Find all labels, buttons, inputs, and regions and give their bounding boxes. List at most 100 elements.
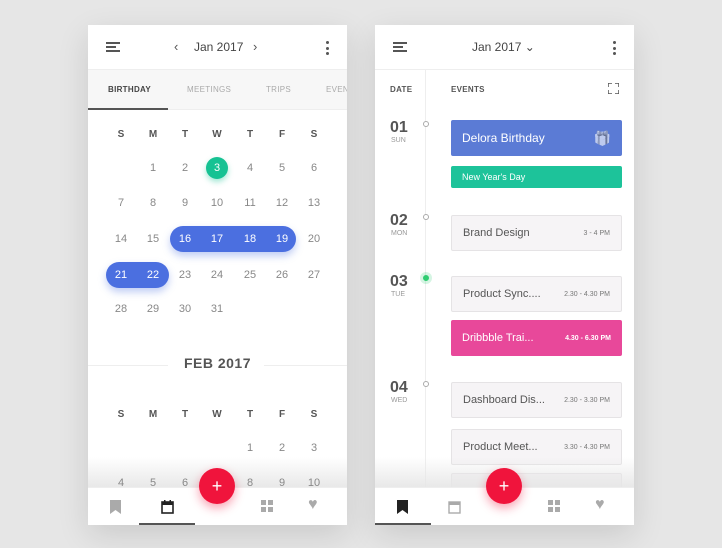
day-cell[interactable]: 12 [269,192,295,214]
bookmark-icon[interactable] [397,500,408,514]
active-nav-indicator [139,523,195,525]
grid-icon[interactable] [261,500,273,512]
day-cell[interactable]: 16 [172,228,198,250]
tab-meetings[interactable]: MEETINGS [187,85,231,94]
day-cell[interactable]: 26 [269,264,295,286]
event-card[interactable]: Delora Birthday 🎁 [451,120,622,156]
event-card[interactable]: Dashboard Dis... 2.30 - 3.30 PM [451,382,622,418]
day-cell[interactable]: 3 [204,157,230,179]
day-cell[interactable]: 4 [108,472,134,494]
tab-birthday[interactable]: BIRTHDAY [108,85,151,94]
day-name: WED [391,397,408,404]
heart-icon[interactable]: ♥ [308,496,318,514]
events-screen: Jan 2017 ⌄ DATE EVENTS 01 SUN 02 MON 03 TUE 04… [375,25,634,525]
day-cell[interactable]: 10 [204,192,230,214]
day-cell[interactable]: 17 [204,228,230,250]
event-card[interactable]: Product Sync.... 2.30 - 4.30 PM [451,276,622,312]
day-cell[interactable]: 6 [172,472,198,494]
event-title: Brand Design [463,227,530,239]
day-cell[interactable]: 9 [172,192,198,214]
feb-title: FEB 2017 [183,355,252,371]
event-title: Dribbble Trai... [462,332,534,344]
day-cell[interactable]: 31 [204,298,230,320]
grid-icon[interactable] [548,500,560,512]
day-cell[interactable]: 8 [237,472,263,494]
day-cell[interactable]: 1 [140,157,166,179]
day-cell[interactable]: 9 [269,472,295,494]
event-title: Dashboard Dis... [463,394,545,406]
header: ‹ Jan 2017 › [88,25,347,70]
day-cell[interactable]: 19 [269,228,295,250]
day-cell[interactable]: 30 [172,298,198,320]
date-column-header: DATE [390,85,413,94]
bookmark-icon[interactable] [110,500,121,514]
expand-icon[interactable] [608,83,619,94]
day-cell[interactable]: 27 [301,264,327,286]
weekday-label: T [181,129,189,140]
tab-trips[interactable]: TRIPS [266,85,291,94]
event-card[interactable]: Dribbble Trai... 4.30 - 6.30 PM [451,320,622,356]
day-cell[interactable]: 20 [301,228,327,250]
events-column-header: EVENTS [451,85,485,94]
menu-icon[interactable] [393,42,407,53]
day-cell[interactable]: 21 [108,264,134,286]
day-cell[interactable]: 1 [237,437,263,459]
day-name: MON [391,230,408,237]
event-time: 2.30 - 4.30 PM [564,290,610,298]
day-cell[interactable]: 5 [140,472,166,494]
weekday-label: M [148,409,158,420]
day-cell[interactable]: 25 [237,264,263,286]
menu-icon[interactable] [106,42,120,53]
timeline-dot [423,381,429,387]
day-cell[interactable]: 5 [269,157,295,179]
weekday-label: W [212,409,222,420]
active-tab-indicator [88,108,168,110]
day-cell[interactable]: 11 [237,192,263,214]
day-cell[interactable]: 4 [237,157,263,179]
month-dropdown[interactable]: Jan 2017 ⌄ [472,40,535,54]
active-nav-indicator [375,523,431,525]
day-cell[interactable]: 24 [204,264,230,286]
more-icon[interactable] [612,41,616,55]
day-cell[interactable]: 14 [108,228,134,250]
day-cell[interactable]: 2 [172,157,198,179]
day-cell[interactable]: 8 [140,192,166,214]
day-name: TUE [391,291,405,298]
event-time: 2.30 - 3.30 PM [564,396,610,404]
day-cell[interactable]: 15 [140,228,166,250]
day-cell[interactable]: 13 [301,192,327,214]
date-number: 01 [390,119,408,136]
weekday-label: F [278,129,286,140]
day-cell[interactable]: 10 [301,472,327,494]
day-cell[interactable]: 18 [237,228,263,250]
gift-icon: 🎁 [593,129,611,146]
day-cell[interactable]: 28 [108,298,134,320]
add-button[interactable]: + [486,468,522,504]
weekday-label: W [212,129,222,140]
chevron-right-icon[interactable]: › [253,39,257,54]
weekday-label: T [181,409,189,420]
weekday-label: S [117,409,125,420]
event-card[interactable]: New Year's Day [451,166,622,188]
day-cell[interactable]: 2 [269,437,295,459]
heart-icon[interactable]: ♥ [595,496,605,514]
calendar-icon[interactable] [448,500,461,514]
event-card[interactable]: Brand Design 3 - 4 PM [451,215,622,251]
chevron-left-icon[interactable]: ‹ [174,39,178,54]
calendar-icon[interactable] [161,500,174,514]
weekday-label: M [148,129,158,140]
weekday-label: S [310,129,318,140]
add-button[interactable]: + [199,468,235,504]
day-cell[interactable]: 23 [172,264,198,286]
day-cell[interactable]: 7 [108,192,134,214]
tab-events[interactable]: EVEN [326,85,347,94]
tab-bar: BIRTHDAY MEETINGS TRIPS EVEN [88,70,347,110]
day-cell[interactable]: 3 [301,437,327,459]
day-cell[interactable]: 22 [140,264,166,286]
date-number: 02 [390,212,408,229]
header: Jan 2017 ⌄ [375,25,634,70]
more-icon[interactable] [325,41,329,55]
day-cell[interactable]: 29 [140,298,166,320]
day-cell[interactable]: 6 [301,157,327,179]
weekday-label: T [246,409,254,420]
